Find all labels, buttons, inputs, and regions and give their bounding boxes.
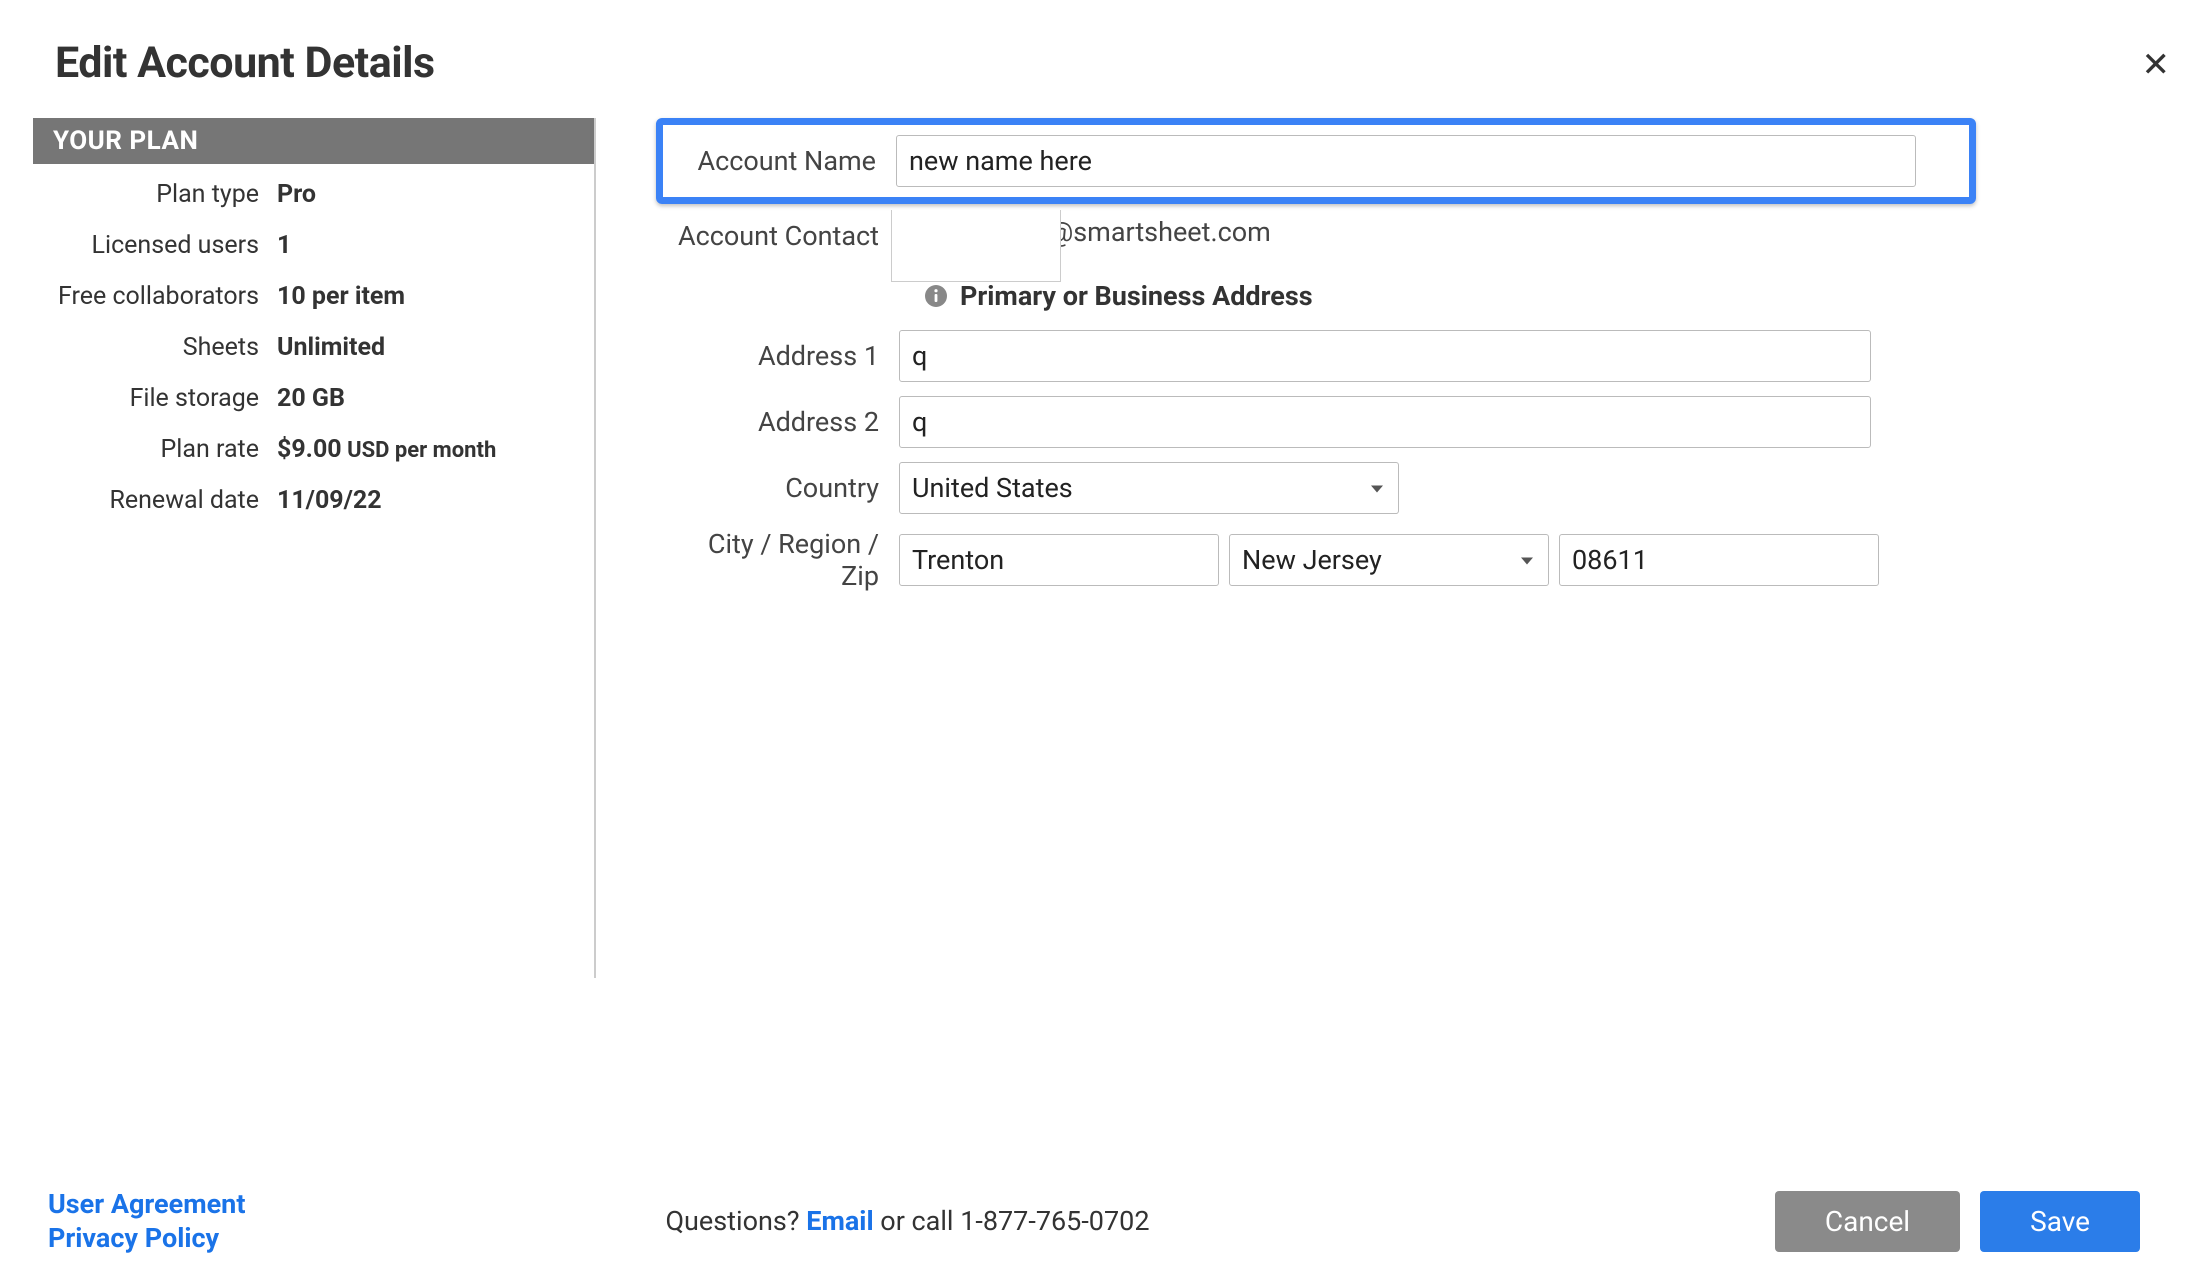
info-icon <box>924 284 948 308</box>
close-icon[interactable]: ✕ <box>2142 48 2171 82</box>
licensed-users-value: 1 <box>277 231 291 260</box>
plan-type-value: Pro <box>277 180 316 209</box>
plan-rate-value: $9.00 USD per month <box>277 435 496 464</box>
account-name-row: Account Name <box>656 118 1976 204</box>
footer-links: User Agreement Privacy Policy <box>48 1188 245 1254</box>
form-area: Account Name Account Contact @smartsheet… <box>596 118 2188 978</box>
sheets-value: Unlimited <box>277 333 385 362</box>
cancel-button[interactable]: Cancel <box>1775 1191 1960 1252</box>
email-link[interactable]: Email <box>806 1205 873 1237</box>
plan-row-free-collaborators: Free collaborators 10 per item <box>33 282 594 311</box>
address2-label: Address 2 <box>666 406 899 438</box>
address-section-header: Primary or Business Address <box>924 280 2188 312</box>
plan-row-licensed-users: Licensed users 1 <box>33 231 594 260</box>
renewal-date-value: 11/09/22 <box>277 486 382 515</box>
address2-row: Address 2 <box>666 396 2188 448</box>
questions-suffix: or call 1-877-765-0702 <box>874 1205 1150 1237</box>
footer-questions: Questions? Email or call 1-877-765-0702 <box>665 1205 1149 1237</box>
account-contact-label: Account Contact <box>666 216 899 252</box>
city-input[interactable] <box>899 534 1219 586</box>
free-collaborators-value: 10 per item <box>277 282 405 311</box>
footer: User Agreement Privacy Policy Questions?… <box>0 1188 2188 1254</box>
user-agreement-link[interactable]: User Agreement <box>48 1188 245 1220</box>
city-region-zip-label: City / Region / Zip <box>666 528 899 592</box>
address1-label: Address 1 <box>666 340 899 372</box>
account-contact-redaction <box>891 210 1061 282</box>
file-storage-value: 20 GB <box>277 384 345 413</box>
account-name-input[interactable] <box>896 135 1916 187</box>
plan-row-renewal-date: Renewal date 11/09/22 <box>33 486 594 515</box>
main-content: YOUR PLAN Plan type Pro Licensed users 1… <box>33 118 2188 978</box>
plan-row-file-storage: File storage 20 GB <box>33 384 594 413</box>
save-button[interactable]: Save <box>1980 1191 2140 1252</box>
zip-input[interactable] <box>1559 534 1879 586</box>
address1-input[interactable] <box>899 330 1871 382</box>
plan-row-plan-rate: Plan rate $9.00 USD per month <box>33 435 594 464</box>
free-collaborators-label: Free collaborators <box>33 282 277 311</box>
sidebar-plan: YOUR PLAN Plan type Pro Licensed users 1… <box>33 118 596 978</box>
plan-row-plan-type: Plan type Pro <box>33 180 594 209</box>
plan-rate-label: Plan rate <box>33 435 277 464</box>
privacy-policy-link[interactable]: Privacy Policy <box>48 1222 245 1254</box>
plan-type-label: Plan type <box>33 180 277 209</box>
region-select[interactable] <box>1229 534 1549 586</box>
plan-section-header: YOUR PLAN <box>33 118 594 164</box>
licensed-users-label: Licensed users <box>33 231 277 260</box>
address1-row: Address 1 <box>666 330 2188 382</box>
questions-prefix: Questions? <box>665 1205 806 1237</box>
country-row: Country <box>666 462 2188 514</box>
sheets-label: Sheets <box>33 333 277 362</box>
country-select[interactable] <box>899 462 1399 514</box>
city-region-zip-row: City / Region / Zip <box>666 528 2188 592</box>
account-name-label: Account Name <box>683 145 896 177</box>
country-label: Country <box>666 472 899 504</box>
footer-buttons: Cancel Save <box>1775 1191 2140 1252</box>
file-storage-label: File storage <box>33 384 277 413</box>
renewal-date-label: Renewal date <box>33 486 277 515</box>
page-title: Edit Account Details <box>55 38 2188 88</box>
address2-input[interactable] <box>899 396 1871 448</box>
address-section-title: Primary or Business Address <box>960 280 1313 312</box>
plan-row-sheets: Sheets Unlimited <box>33 333 594 362</box>
account-contact-row: Account Contact @smartsheet.com <box>666 216 2188 252</box>
